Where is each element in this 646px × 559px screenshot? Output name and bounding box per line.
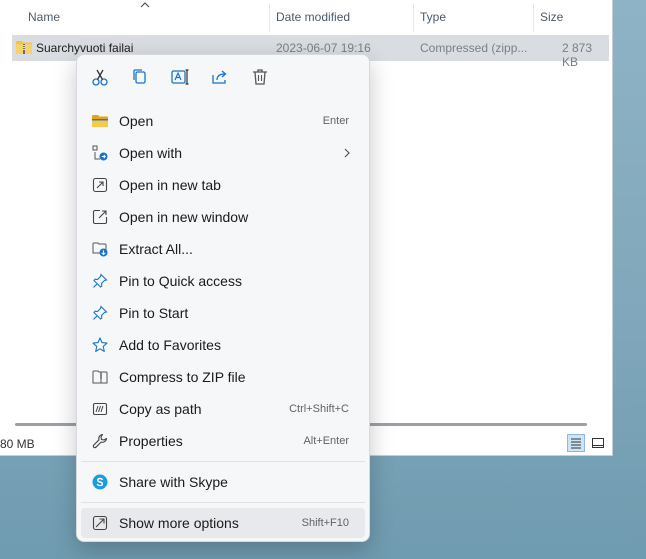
menu-item-shortcut: Ctrl+Shift+C	[289, 403, 349, 415]
pin-icon	[93, 305, 108, 320]
menu-item-open-with[interactable]: Open with	[81, 138, 365, 168]
menu-item-compress-zip[interactable]: Compress to ZIP file	[81, 362, 365, 392]
column-size-header[interactable]: Size	[540, 10, 563, 24]
column-type-header[interactable]: Type	[420, 10, 446, 24]
menu-item-label: Add to Favorites	[119, 337, 221, 353]
file-name: Suarchyvuoti failai	[36, 41, 134, 55]
menu-item-label: Show more options	[119, 515, 239, 531]
column-header-bar: Name Date modified Type Size	[0, 0, 612, 34]
menu-item-properties[interactable]: Properties Alt+Enter	[81, 426, 365, 456]
menu-item-label: Properties	[119, 433, 183, 449]
file-date: 2023-06-07 19:16	[276, 41, 371, 55]
menu-item-extract-all[interactable]: Extract All...	[81, 234, 365, 264]
menu-item-open[interactable]: Open Enter	[81, 106, 365, 136]
column-separator[interactable]	[533, 4, 534, 32]
menu-item-label: Extract All...	[119, 241, 193, 257]
menu-item-label: Compress to ZIP file	[119, 369, 246, 385]
zip-folder-icon	[16, 41, 32, 54]
star-icon	[92, 337, 108, 352]
column-separator[interactable]	[269, 4, 270, 32]
copy-icon	[133, 69, 146, 84]
large-icons-view-icon	[592, 438, 604, 448]
menu-item-pin-quick-access[interactable]: Pin to Quick access	[81, 266, 365, 296]
menu-item-share-skype[interactable]: Share with Skype	[81, 467, 365, 497]
menu-item-label: Copy as path	[119, 401, 202, 417]
pin-icon	[93, 273, 108, 288]
menu-item-label: Pin to Start	[119, 305, 189, 321]
more-options-icon	[92, 515, 108, 531]
open-with-icon	[92, 145, 108, 161]
menu-item-label: Open in new window	[119, 209, 249, 225]
menu-item-label: Open with	[119, 145, 183, 161]
extract-icon	[92, 242, 108, 257]
skype-icon	[92, 474, 108, 490]
new-tab-icon	[92, 177, 108, 193]
menu-item-copy-as-path[interactable]: Copy as path Ctrl+Shift+C	[81, 394, 365, 424]
cut-icon	[92, 69, 108, 86]
details-view-button[interactable]	[567, 434, 585, 452]
menu-separator	[81, 461, 365, 462]
copy-button[interactable]	[128, 65, 152, 89]
new-window-icon	[92, 209, 108, 225]
menu-item-add-favorites[interactable]: Add to Favorites	[81, 330, 365, 360]
file-size: 2 873 KB	[562, 41, 593, 69]
menu-separator	[81, 502, 365, 503]
share-icon	[212, 70, 227, 84]
menu-item-shortcut: Alt+Enter	[303, 435, 349, 447]
menu-item-shortcut: Enter	[322, 115, 349, 127]
details-view-icon	[571, 438, 581, 449]
menu-item-label: Open	[119, 113, 154, 129]
context-menu-toolbar	[77, 55, 369, 99]
delete-icon	[253, 69, 267, 85]
large-icons-view-button[interactable]	[589, 434, 607, 452]
menu-item-pin-start[interactable]: Pin to Start	[81, 298, 365, 328]
column-separator[interactable]	[413, 4, 414, 32]
zip-icon	[92, 370, 108, 384]
chevron-right-icon	[344, 148, 350, 158]
wrench-icon	[92, 433, 108, 449]
column-name-header[interactable]: Name	[28, 10, 60, 24]
menu-item-label: Share with Skype	[119, 474, 228, 490]
menu-item-open-new-tab[interactable]: Open in new tab	[81, 170, 365, 200]
file-type: Compressed (zipp...	[420, 41, 528, 55]
cut-button[interactable]	[88, 65, 112, 89]
rename-button[interactable]	[168, 65, 192, 89]
menu-item-label: Open in new tab	[119, 177, 221, 193]
path-icon	[92, 402, 108, 416]
column-date-header[interactable]: Date modified	[276, 10, 350, 24]
delete-button[interactable]	[248, 65, 272, 89]
menu-item-shortcut: Shift+F10	[301, 517, 349, 529]
share-button[interactable]	[208, 65, 232, 89]
menu-item-open-new-window[interactable]: Open in new window	[81, 202, 365, 232]
menu-item-show-more-options[interactable]: Show more options Shift+F10	[81, 508, 365, 538]
menu-item-label: Pin to Quick access	[119, 273, 242, 289]
status-size-text: 80 MB	[0, 437, 35, 451]
folder-open-icon	[92, 115, 108, 127]
sort-ascending-icon	[140, 2, 150, 8]
rename-icon	[171, 69, 189, 85]
context-menu: Open Enter Open with Open in new tab Ope…	[76, 54, 370, 542]
